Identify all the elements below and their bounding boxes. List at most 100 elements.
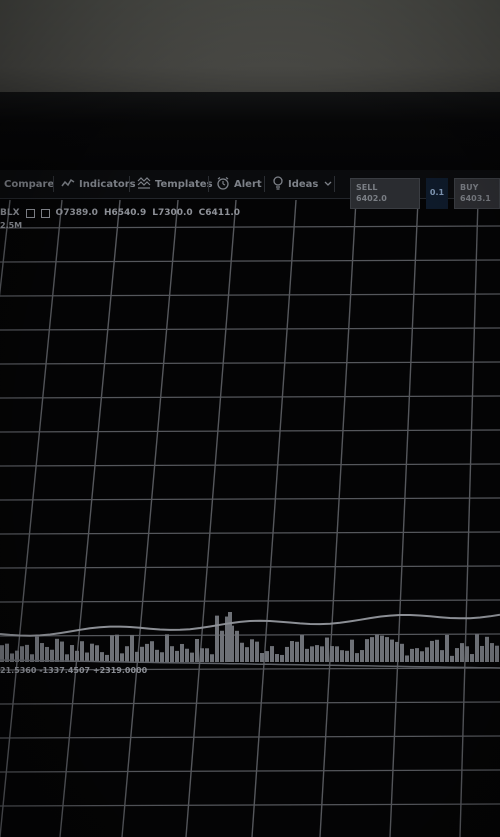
volume-bar: [470, 654, 474, 662]
volume-bar: [150, 641, 154, 662]
volume-bar: [415, 648, 419, 662]
alert-button[interactable]: Alert: [216, 170, 262, 198]
volume-bar: [210, 654, 214, 662]
volume-bar: [480, 645, 484, 662]
grid-line-horizontal: [0, 463, 500, 467]
volume-bar: [495, 645, 499, 662]
volume-bar: [395, 641, 399, 662]
volume-bar: [275, 654, 279, 662]
volume-bar: [55, 638, 59, 662]
volume-bar: [370, 637, 374, 662]
compare-label: Compare: [4, 178, 55, 190]
volume-bar: [420, 651, 424, 662]
grid-line-horizontal: [0, 327, 500, 331]
ideas-button[interactable]: Ideas: [272, 170, 332, 198]
volume-bar: [130, 634, 134, 662]
volume-bar: [195, 638, 199, 662]
volume-bar: [310, 646, 314, 662]
volume-bar: [80, 641, 84, 662]
volume-bar: [85, 652, 89, 662]
volume-bar: [255, 641, 259, 662]
volume-bar: [90, 643, 94, 662]
volume-bar: [280, 654, 284, 662]
grid-line-horizontal: [0, 293, 500, 297]
sell-label: SELL: [356, 183, 378, 192]
volume-bar: [215, 615, 219, 662]
volume-bar: [330, 646, 334, 662]
open-value: O7389.0: [55, 208, 98, 218]
quantity-value: 0.1: [429, 188, 445, 197]
sell-price: 6402.0: [356, 194, 387, 203]
volume-bar: [200, 648, 204, 662]
volume-bar: [270, 646, 274, 662]
quantity-input[interactable]: 0.1: [426, 178, 448, 209]
volume-bar: [260, 653, 264, 662]
volume-bar: [345, 650, 349, 662]
volume-bar: [40, 643, 44, 662]
templates-label: Templates: [155, 178, 213, 190]
volume-bar: [110, 635, 114, 662]
volume-bar: [485, 636, 489, 662]
volume-bar: [475, 634, 479, 662]
volume-bar: [175, 650, 179, 662]
volume-bar: [120, 653, 124, 662]
volume-bar: [100, 652, 104, 662]
volume-bar: [405, 655, 409, 662]
templates-button[interactable]: Templates: [137, 170, 213, 198]
indicators-button[interactable]: Indicators: [61, 170, 136, 198]
volume-bar: [125, 646, 129, 662]
volume-bar: [460, 643, 464, 662]
volume-bar: [290, 641, 294, 662]
volume-bar: [60, 641, 64, 662]
settings-toggle-icon[interactable]: [40, 208, 50, 218]
indicator-values: 21.5360 -1337.4507 +2319.0000: [0, 666, 148, 675]
chart-canvas[interactable]: [0, 0, 500, 837]
volume-bar: [440, 650, 444, 662]
volume-bar: [25, 644, 29, 662]
volume-bar: [455, 648, 459, 662]
chevron-down-icon: [324, 179, 332, 190]
volume-bar: [75, 650, 79, 662]
grid-line-horizontal: [0, 395, 500, 399]
volume-bar: [5, 643, 9, 662]
volume-bar: [115, 634, 119, 662]
volume-bar: [325, 637, 329, 662]
grid-line-horizontal: [0, 599, 500, 603]
sell-button[interactable]: SELL 6402.0: [350, 178, 420, 209]
buy-label: BUY: [460, 183, 479, 192]
volume-bar: [70, 645, 74, 662]
volume-bar: [95, 645, 99, 662]
volume-bar: [445, 634, 449, 662]
volume-bar: [365, 639, 369, 662]
volume-bar: [430, 640, 434, 662]
grid-line-horizontal: [0, 225, 500, 229]
toolbar-divider: [129, 176, 130, 192]
volume-bar: [385, 637, 389, 662]
compare-button[interactable]: Compare: [0, 170, 54, 198]
grid-line-horizontal: [0, 565, 500, 569]
ideas-label: Ideas: [288, 178, 319, 190]
grid-line-horizontal: [0, 429, 500, 433]
volume-bar: [185, 648, 189, 662]
low-value: L7300.0: [152, 208, 193, 218]
grid-line-vertical: [459, 199, 479, 837]
volume-bar: [160, 652, 164, 662]
volume-bar: [350, 639, 354, 662]
volume-bar: [140, 646, 144, 662]
alarm-clock-icon: [216, 176, 230, 193]
volume-bar: [35, 636, 39, 662]
volume-value: 2.5M: [0, 221, 23, 230]
alert-label: Alert: [234, 178, 262, 190]
buy-button[interactable]: BUY 6403.1: [454, 178, 500, 209]
ohlc-legend: BLX O7389.0 H6540.9 L7300.0 C6411.0: [0, 206, 240, 220]
volume-bar: [435, 639, 439, 662]
volume-bar: [300, 634, 304, 662]
eye-toggle-icon[interactable]: [25, 208, 35, 218]
volume-bar: [220, 630, 224, 662]
volume-bar: [490, 643, 494, 662]
volume-bar: [335, 646, 339, 662]
volume-bar: [355, 653, 359, 662]
indicators-icon: [61, 178, 75, 191]
volume-bar: [390, 639, 394, 662]
close-value: C6411.0: [198, 208, 241, 218]
